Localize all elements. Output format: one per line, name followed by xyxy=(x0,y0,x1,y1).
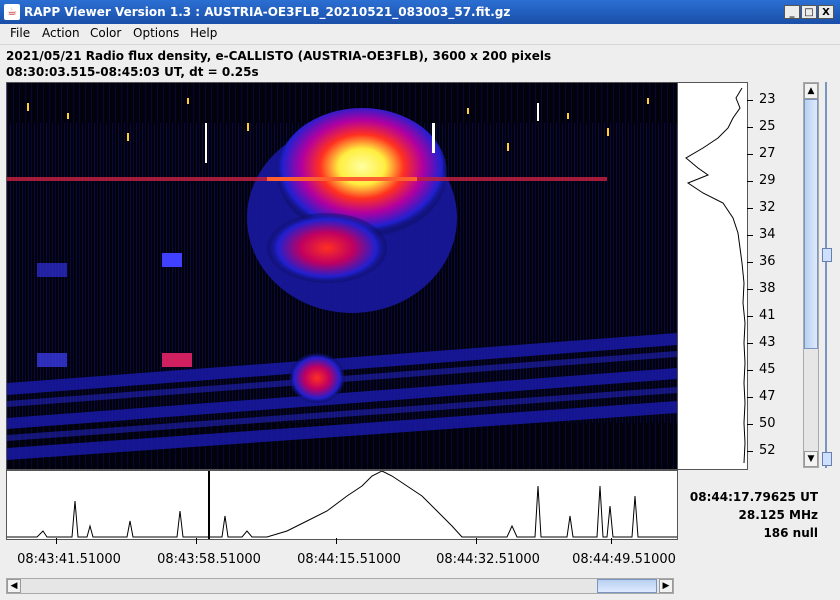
close-button[interactable]: X xyxy=(818,5,834,19)
frequency-profile xyxy=(677,82,748,470)
slider-thumb-lower[interactable] xyxy=(822,452,832,466)
freq-label: 34 xyxy=(759,227,776,242)
frequency-axis: 23 25 27 29 32 34 36 38 41 43 45 47 50 5… xyxy=(747,82,787,468)
time-range-info: 08:30:03.515-08:45:03 UT, dt = 0.25s xyxy=(6,65,259,79)
time-label: 08:43:58.51000 xyxy=(157,552,261,567)
freq-label: 45 xyxy=(759,362,776,377)
scroll-right-button[interactable]: ▶ xyxy=(659,579,673,593)
freq-label: 43 xyxy=(759,335,776,350)
menu-help[interactable]: Help xyxy=(190,26,217,40)
readout-frequency: 28.125 MHz xyxy=(738,508,818,522)
cursor-readout: 08:44:17.79625 UT 28.125 MHz 186 null xyxy=(678,490,818,544)
time-label: 08:44:15.51000 xyxy=(297,552,401,567)
time-axis: 08:43:41.51000 08:43:58.51000 08:44:15.5… xyxy=(6,538,676,574)
window-title: RAPP Viewer Version 1.3 : AUSTRIA-OE3FLB… xyxy=(24,5,511,19)
freq-label: 36 xyxy=(759,254,776,269)
time-label: 08:44:32.51000 xyxy=(436,552,540,567)
intensity-range-slider[interactable] xyxy=(822,82,832,468)
time-profile-plot xyxy=(6,470,678,540)
slider-thumb-upper[interactable] xyxy=(822,248,832,262)
time-label: 08:43:41.51000 xyxy=(17,552,121,567)
freq-label: 52 xyxy=(759,443,776,458)
menu-options[interactable]: Options xyxy=(133,26,179,40)
title-bar: ☕ RAPP Viewer Version 1.3 : AUSTRIA-OE3F… xyxy=(0,0,840,24)
scroll-down-button[interactable]: ▼ xyxy=(804,451,818,467)
time-label: 08:44:49.51000 xyxy=(572,552,676,567)
app-icon: ☕ xyxy=(4,4,20,20)
menu-file[interactable]: File xyxy=(10,26,30,40)
observation-info: 2021/05/21 Radio flux density, e-CALLIST… xyxy=(6,49,552,63)
freq-label: 47 xyxy=(759,389,776,404)
minimize-button[interactable]: _ xyxy=(784,5,800,19)
menu-color[interactable]: Color xyxy=(90,26,121,40)
vertical-scroll-thumb[interactable] xyxy=(804,99,818,349)
freq-label: 23 xyxy=(759,92,776,107)
freq-label: 32 xyxy=(759,200,776,215)
freq-label: 41 xyxy=(759,308,776,323)
freq-label: 25 xyxy=(759,119,776,134)
menu-action[interactable]: Action xyxy=(42,26,80,40)
vertical-scrollbar[interactable]: ▲ ▼ xyxy=(803,82,819,468)
menu-bar: File Action Color Options Help xyxy=(0,24,840,45)
freq-label: 38 xyxy=(759,281,776,296)
freq-label: 29 xyxy=(759,173,776,188)
freq-label: 50 xyxy=(759,416,776,431)
spectrogram-canvas[interactable] xyxy=(6,82,678,470)
horizontal-scroll-thumb[interactable] xyxy=(597,579,657,593)
scroll-up-button[interactable]: ▲ xyxy=(804,83,818,99)
readout-time: 08:44:17.79625 UT xyxy=(689,490,818,504)
horizontal-scrollbar[interactable]: ◀ ▶ xyxy=(6,578,674,594)
spectrogram-image xyxy=(7,83,677,469)
scroll-left-button[interactable]: ◀ xyxy=(7,579,21,593)
readout-value: 186 null xyxy=(763,526,818,540)
maximize-button[interactable]: □ xyxy=(801,5,817,19)
freq-label: 27 xyxy=(759,146,776,161)
